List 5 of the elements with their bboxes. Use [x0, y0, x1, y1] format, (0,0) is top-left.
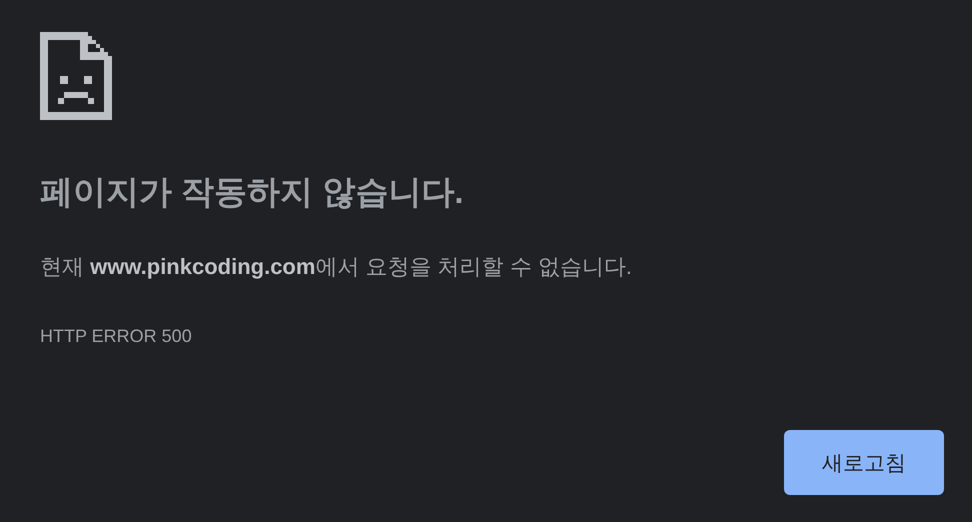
sad-page-icon [40, 32, 112, 120]
error-title: 페이지가 작동하지 않습니다. [40, 172, 464, 212]
error-code: HTTP ERROR 500 [40, 326, 192, 347]
reload-button[interactable]: 새로고침 [784, 430, 944, 495]
error-message: 현재 www.pinkcoding.com에서 요청을 처리할 수 없습니다. [40, 252, 632, 281]
